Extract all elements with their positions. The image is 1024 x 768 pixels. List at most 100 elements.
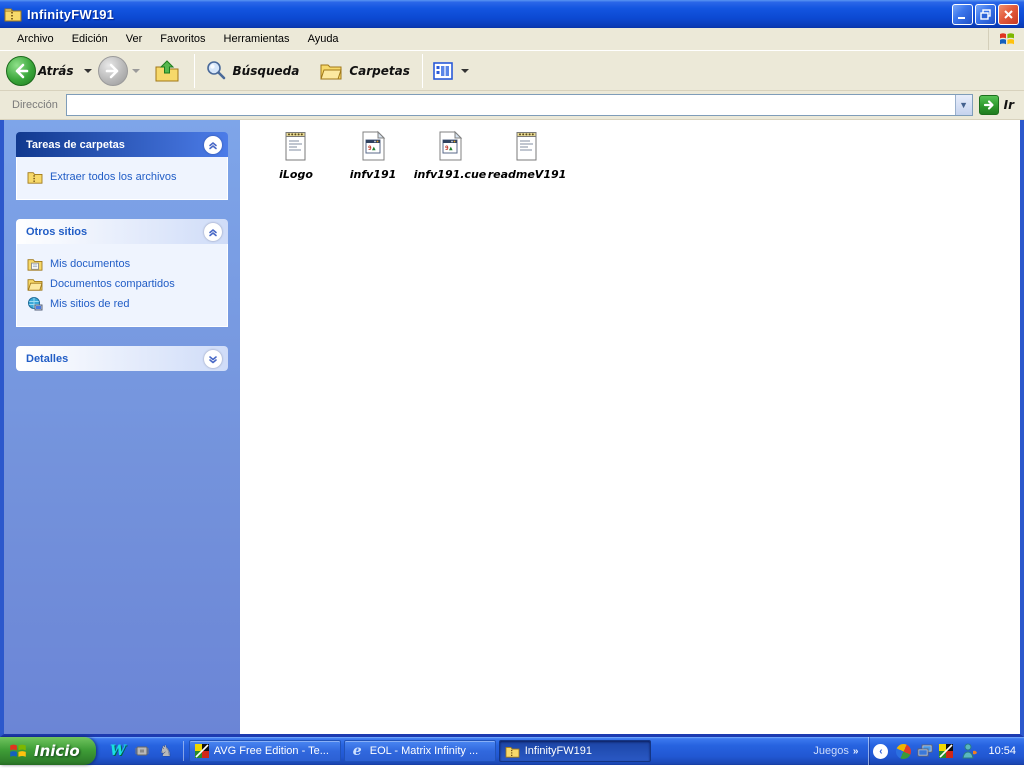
chevron-up-icon[interactable]: [204, 222, 222, 241]
back-dropdown-caret[interactable]: [83, 69, 92, 73]
system-tray: ‹ 10:54: [868, 737, 1024, 765]
notepad-file-icon: [510, 128, 544, 164]
search-button[interactable]: Búsqueda: [201, 60, 306, 82]
windows-flag-icon: [10, 744, 26, 757]
svg-text:▲: ▲: [449, 145, 453, 152]
quick-launch: W ♞: [106, 737, 189, 765]
task-label: EOL - Matrix Infinity ...: [369, 745, 479, 757]
folders-label: Carpetas: [349, 64, 410, 78]
task-label: InfinityFW191: [524, 745, 592, 757]
task-extract-all[interactable]: Extraer todos los archivos: [27, 169, 221, 185]
windows-flag-icon: [988, 28, 1024, 50]
folders-button[interactable]: Carpetas: [315, 61, 416, 81]
close-button[interactable]: [998, 3, 1019, 25]
window-titlebar: InfinityFW191: [0, 0, 1024, 28]
file-readmev191[interactable]: readmeV191: [488, 128, 566, 181]
search-icon: [205, 60, 227, 82]
taskbar-separator: [182, 741, 184, 761]
menu-ayuda[interactable]: Ayuda: [299, 30, 348, 48]
start-button[interactable]: Inicio: [0, 737, 96, 765]
taskbar-task-avg[interactable]: AVG Free Edition - Te...: [188, 740, 341, 762]
file-name: infv191.cue: [413, 168, 487, 181]
taskbar: Inicio W ♞ AVG Free Edition - Te... e EO…: [0, 737, 1024, 765]
task-label: AVG Free Edition - Te...: [213, 745, 329, 757]
hide-icons-chevron[interactable]: ‹: [873, 743, 889, 759]
unknown-file-icon: 9 ▲: [356, 128, 390, 164]
unknown-file-icon: 9 ▲: [433, 128, 467, 164]
avg-tray-icon[interactable]: [937, 743, 954, 760]
chess-knight-icon[interactable]: ♞: [156, 741, 176, 761]
taskbar-task-infinityfw191[interactable]: InfinityFW191: [498, 740, 651, 762]
juegos-toolbar-label[interactable]: Juegos: [813, 745, 848, 757]
my-documents-icon: [27, 256, 43, 272]
zip-folder-icon: [27, 169, 43, 185]
menu-ver[interactable]: Ver: [117, 30, 152, 48]
task-label: Extraer todos los archivos: [50, 171, 177, 183]
panel-details-header[interactable]: Detalles: [16, 346, 228, 371]
file-list-area[interactable]: iLogo 9 ▲ infv191 9 ▲ infv191.cue readme…: [240, 120, 1020, 734]
zip-folder-icon: [4, 6, 22, 22]
up-folder-button[interactable]: [154, 59, 180, 83]
tasks-sidebar: Tareas de carpetas Extraer todos los arc…: [4, 120, 240, 734]
chevron-up-icon[interactable]: [204, 135, 222, 154]
taskbar-task-eol[interactable]: e EOL - Matrix Infinity ...: [343, 740, 496, 762]
file-infv191[interactable]: 9 ▲ infv191: [335, 128, 411, 181]
panel-folder-tasks: Tareas de carpetas Extraer todos los arc…: [16, 132, 228, 200]
panel-title: Tareas de carpetas: [26, 138, 125, 151]
internet-explorer-icon: e: [352, 743, 362, 759]
w-app-icon[interactable]: W: [108, 741, 128, 761]
link-my-documents[interactable]: Mis documentos: [27, 256, 221, 272]
address-input[interactable]: [66, 95, 955, 115]
link-label: Mis documentos: [50, 258, 131, 270]
file-infv191-cue[interactable]: 9 ▲ infv191.cue: [412, 128, 488, 181]
back-button[interactable]: Atrás: [6, 56, 98, 86]
go-label: Ir: [1003, 98, 1014, 112]
svg-text:▲: ▲: [372, 145, 376, 152]
panel-other-places: Otros sitios Mis documentos Documentos c…: [16, 219, 228, 327]
views-button[interactable]: [429, 62, 475, 80]
views-dropdown-caret[interactable]: [460, 69, 469, 73]
address-dropdown-button[interactable]: ▼: [954, 95, 972, 115]
menu-bar: Archivo Edición Ver Favoritos Herramient…: [0, 28, 1024, 50]
panel-details: Detalles: [16, 346, 228, 371]
menu-edicion[interactable]: Edición: [63, 30, 117, 48]
menu-favoritos[interactable]: Favoritos: [151, 30, 214, 48]
forward-button[interactable]: [97, 56, 146, 86]
file-name: iLogo: [279, 168, 313, 181]
chip-icon[interactable]: [132, 741, 152, 761]
link-label: Mis sitios de red: [50, 298, 130, 310]
toolbar-overflow-chevron[interactable]: »: [853, 746, 859, 757]
search-label: Búsqueda: [232, 64, 300, 78]
panel-title: Detalles: [26, 352, 69, 365]
link-shared-documents[interactable]: Documentos compartidos: [27, 276, 221, 292]
panel-title: Otros sitios: [26, 225, 88, 238]
explorer-main: Tareas de carpetas Extraer todos los arc…: [0, 120, 1024, 737]
chevron-down-icon[interactable]: [204, 349, 222, 368]
views-icon: [433, 62, 453, 80]
network-tray-icon[interactable]: [916, 743, 933, 760]
notepad-file-icon: [279, 128, 313, 164]
go-button[interactable]: [978, 95, 999, 115]
forward-arrow-icon: [97, 56, 128, 86]
network-places-icon: [27, 296, 43, 312]
windows-update-icon[interactable]: [895, 743, 912, 760]
toolbar-separator: [193, 54, 195, 88]
avg-icon: [194, 744, 209, 758]
start-label: Inicio: [34, 742, 80, 760]
folders-icon: [319, 61, 343, 81]
address-bar: Dirección ▼ Ir: [0, 91, 1024, 120]
messenger-person-icon[interactable]: [958, 743, 980, 760]
link-network-places[interactable]: Mis sitios de red: [27, 296, 221, 312]
link-label: Documentos compartidos: [50, 278, 175, 290]
address-combo[interactable]: ▼: [65, 94, 973, 116]
panel-other-places-header[interactable]: Otros sitios: [16, 219, 228, 244]
file-name: infv191: [349, 168, 397, 181]
forward-dropdown-caret[interactable]: [131, 69, 140, 73]
restore-button[interactable]: [975, 3, 996, 25]
menu-herramientas[interactable]: Herramientas: [215, 30, 299, 48]
menu-archivo[interactable]: Archivo: [8, 30, 63, 48]
panel-folder-tasks-header[interactable]: Tareas de carpetas: [16, 132, 228, 157]
minimize-button[interactable]: [952, 3, 973, 25]
back-arrow-icon: [6, 56, 36, 86]
file-ilogo[interactable]: iLogo: [258, 128, 334, 181]
